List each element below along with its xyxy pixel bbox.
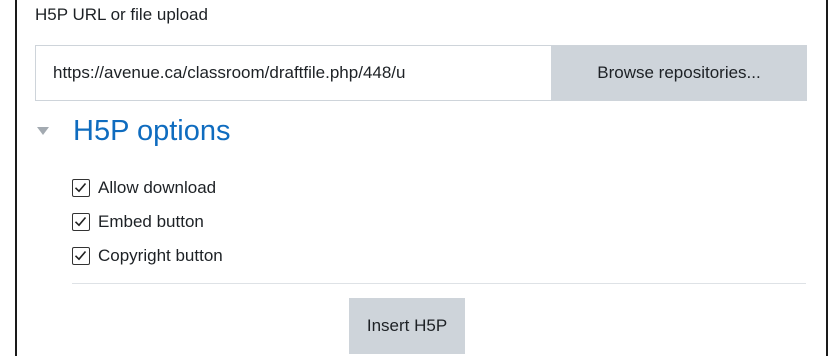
- file-upload-label: H5P URL or file upload: [35, 5, 208, 24]
- option-label[interactable]: Copyright button: [98, 246, 223, 266]
- section-title: H5P options: [73, 115, 231, 147]
- browse-repositories-button[interactable]: Browse repositories...: [551, 45, 807, 101]
- check-icon: [74, 250, 87, 261]
- h5p-options-toggle[interactable]: H5P options: [35, 108, 230, 154]
- dialog-border-right: [826, 0, 828, 356]
- url-input[interactable]: [35, 45, 551, 101]
- copyright-button-checkbox[interactable]: [72, 247, 90, 265]
- check-icon: [74, 216, 87, 227]
- url-input-group: Browse repositories...: [35, 45, 807, 101]
- embed-button-checkbox[interactable]: [72, 213, 90, 231]
- check-icon: [74, 182, 87, 193]
- option-list: Allow download Embed button Copyright bu…: [72, 171, 223, 273]
- option-copyright-button: Copyright button: [72, 239, 223, 273]
- footer-divider: [72, 283, 806, 284]
- option-label[interactable]: Embed button: [98, 212, 204, 232]
- allow-download-checkbox[interactable]: [72, 179, 90, 197]
- insert-h5p-button[interactable]: Insert H5P: [349, 298, 465, 354]
- dialog-border-left: [15, 0, 17, 356]
- option-allow-download: Allow download: [72, 171, 223, 205]
- caret-down-icon: [37, 127, 49, 135]
- option-label[interactable]: Allow download: [98, 178, 216, 198]
- option-embed-button: Embed button: [72, 205, 223, 239]
